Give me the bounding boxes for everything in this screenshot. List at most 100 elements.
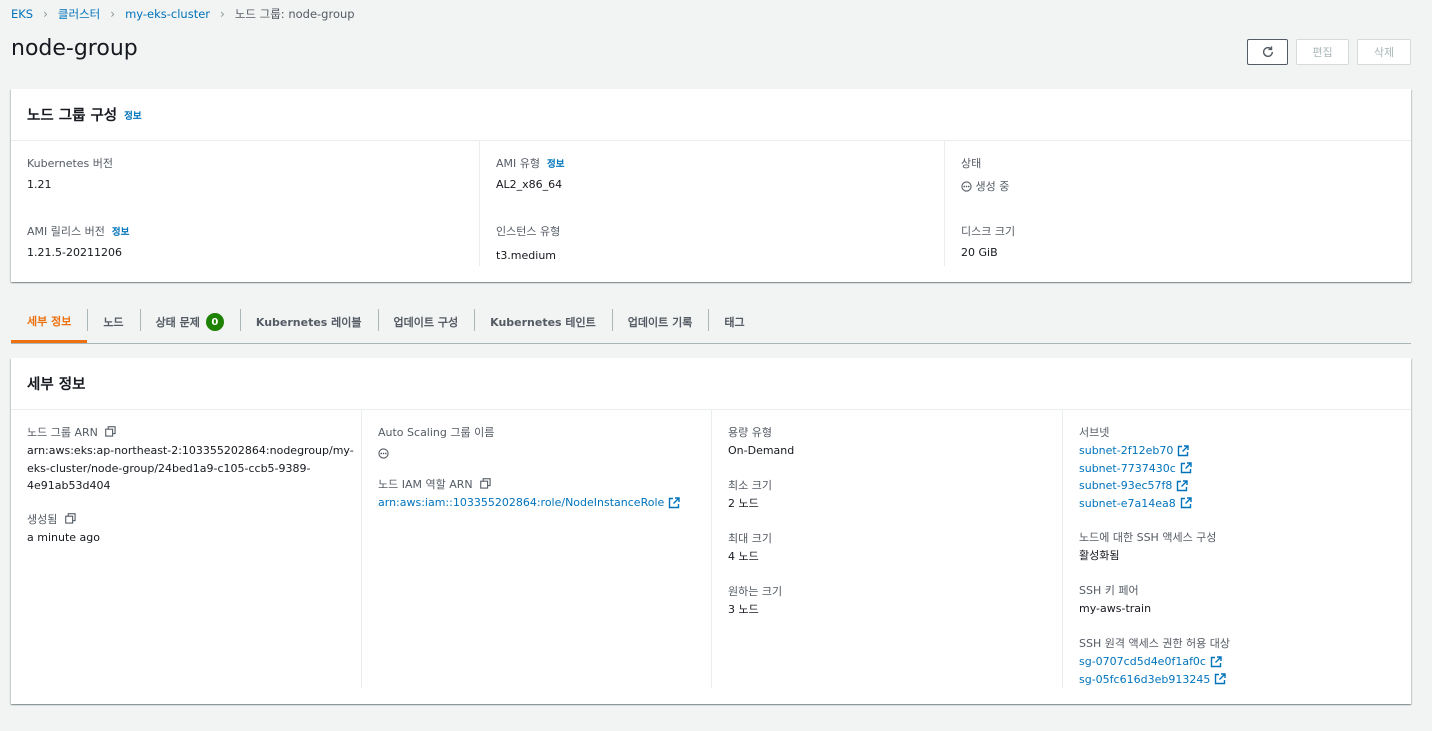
iam-label-row: 노드 IAM 역할 ARN <box>378 476 680 492</box>
k8s-version-field: Kubernetes 버전 1.21 <box>27 155 113 191</box>
status-field: 상태 생성 중 <box>961 155 1009 194</box>
subnet-id: subnet-7737430c <box>1079 461 1176 475</box>
tab-label: Kubernetes 레이블 <box>255 316 362 329</box>
capacity-value: On-Demand <box>728 444 795 457</box>
copy-icon[interactable] <box>65 513 76 524</box>
instance-type-label: 인스턴스 유형 <box>496 225 561 238</box>
desired-size-field: 원하는 크기 3 노드 <box>728 583 782 619</box>
asg-name-field: Auto Scaling 그룹 이름 <box>378 424 494 460</box>
chevron-right-icon: › <box>110 7 116 21</box>
tab-label: 세부 정보 <box>27 314 72 328</box>
tab-label: 업데이트 기록 <box>627 316 693 329</box>
subnet-list: subnet-2f12eb70 subnet-7737430c subnet-9… <box>1079 442 1192 512</box>
subnet-link[interactable]: subnet-2f12eb70 <box>1079 442 1192 460</box>
min-size-field: 최소 크기 2 노드 <box>728 477 772 513</box>
header-actions: 편집 삭제 <box>1247 39 1411 65</box>
arn-line: arn:aws:eks:ap-northeast-2:103355202864:… <box>27 444 354 457</box>
arn-value: arn:aws:eks:ap-northeast-2:103355202864:… <box>27 442 354 495</box>
details-panel: 세부 정보 노드 그룹 ARN arn:aws:eks:ap-northeast… <box>11 358 1411 704</box>
external-link-icon <box>1210 656 1222 667</box>
instance-type-field: 인스턴스 유형 t3.medium <box>496 223 560 262</box>
details-column-4: 서브넷 subnet-2f12eb70 subnet-7737430c subn… <box>1062 410 1412 688</box>
arn-label-row: 노드 그룹 ARN <box>27 424 354 440</box>
ami-release-label-row: AMI 릴리스 버전 정보 <box>27 223 129 239</box>
info-link[interactable]: 정보 <box>112 227 129 238</box>
tab-details[interactable]: 세부 정보 <box>11 301 88 343</box>
arn-line: eks-cluster/node-group/24bed1a9-c105-ccb… <box>27 461 311 475</box>
tab-update-config[interactable]: 업데이트 구성 <box>377 301 475 343</box>
iam-role-value: arn:aws:iam::103355202864:role/NodeInsta… <box>378 496 665 509</box>
tab-health-issues[interactable]: 상태 문제 0 <box>139 301 240 343</box>
chevron-right-icon: › <box>220 7 225 21</box>
tab-tags[interactable]: 태그 <box>708 301 760 343</box>
ssh-key-label: SSH 키 페어 <box>1079 584 1139 597</box>
security-group-link[interactable]: sg-05fc616d3eb913245 <box>1079 671 1230 689</box>
ssh-allow-field: SSH 원격 액세스 권한 허용 대상 sg-0707cd5d4e0f1af0c… <box>1079 635 1230 688</box>
node-group-config-panel: 노드 그룹 구성 정보 Kubernetes 버전 1.21 AMI 릴리스 버… <box>11 89 1411 282</box>
info-link[interactable]: 정보 <box>547 159 564 170</box>
refresh-button[interactable] <box>1247 39 1288 65</box>
breadcrumb-cluster[interactable]: my-eks-cluster <box>125 7 210 21</box>
arn-label: 노드 그룹 ARN <box>27 426 98 439</box>
ami-release-label: AMI 릴리스 버전 <box>27 225 105 238</box>
ami-release-field: AMI 릴리스 버전 정보 1.21.5-20211206 <box>27 223 129 259</box>
delete-button[interactable]: 삭제 <box>1357 39 1411 65</box>
ami-type-value: AL2_x86_64 <box>496 178 563 191</box>
tab-label: Kubernetes 테인트 <box>490 316 596 329</box>
tab-kubernetes-labels[interactable]: Kubernetes 레이블 <box>239 301 378 343</box>
breadcrumb-eks[interactable]: EKS <box>11 7 33 21</box>
subnet-id: subnet-93ec57f8 <box>1079 479 1173 492</box>
iam-role-link[interactable]: arn:aws:iam::103355202864:role/NodeInsta… <box>378 494 680 512</box>
tab-label: 업데이트 구성 <box>393 316 459 329</box>
security-group-id: sg-05fc616d3eb913245 <box>1079 672 1211 686</box>
subnet-link[interactable]: subnet-93ec57f8 <box>1079 477 1192 495</box>
iam-role-field: 노드 IAM 역할 ARN arn:aws:iam::103355202864:… <box>378 476 680 512</box>
edit-button[interactable]: 편집 <box>1296 39 1349 65</box>
external-link-icon <box>1180 462 1192 474</box>
status-label: 상태 <box>961 157 982 170</box>
subnet-link[interactable]: subnet-e7a14ea8 <box>1079 495 1192 513</box>
disk-size-value: 20 GiB <box>961 246 998 259</box>
max-size-field: 최대 크기 4 노드 <box>728 530 772 566</box>
instance-type-value: t3.medium <box>496 249 557 262</box>
security-group-link[interactable]: sg-0707cd5d4e0f1af0c <box>1079 653 1230 671</box>
ami-type-field: AMI 유형 정보 AL2_x86_64 <box>496 155 564 191</box>
tab-kubernetes-taints[interactable]: Kubernetes 테인트 <box>474 301 612 343</box>
copy-icon[interactable] <box>105 426 117 437</box>
external-link-icon <box>669 497 680 508</box>
max-label: 최대 크기 <box>728 532 772 545</box>
panel-header: 노드 그룹 구성 정보 <box>11 89 1411 141</box>
created-label-row: 생성됨 <box>27 511 100 527</box>
external-link-icon <box>1178 445 1190 456</box>
breadcrumb-clusters[interactable]: 클러스터 <box>58 6 100 22</box>
tab-label: 상태 문제 <box>155 316 200 329</box>
k8s-version-value: 1.21 <box>27 178 52 191</box>
tab-nodes[interactable]: 노드 <box>87 301 139 343</box>
tab-label: 태그 <box>724 316 745 329</box>
breadcrumb-current: 노드 그룹: node-group <box>234 7 355 21</box>
ami-type-label-row: AMI 유형 정보 <box>496 155 564 171</box>
count-badge: 0 <box>205 313 224 331</box>
desired-value: 3 노드 <box>728 603 759 616</box>
ssh-key-field: SSH 키 페어 my-aws-train <box>1079 582 1151 618</box>
ssh-config-label: 노드에 대한 SSH 액세스 구성 <box>1079 531 1217 544</box>
node-group-arn-field: 노드 그룹 ARN arn:aws:eks:ap-northeast-2:103… <box>27 424 354 495</box>
security-group-id: sg-0707cd5d4e0f1af0c <box>1079 655 1206 668</box>
external-link-icon <box>1215 673 1227 685</box>
details-column-3: 용량 유형 On-Demand 최소 크기 2 노드 최대 크기 4 노드 원하… <box>711 410 1063 688</box>
copy-icon[interactable] <box>480 478 491 489</box>
tab-update-history[interactable]: 업데이트 기록 <box>611 301 709 343</box>
ssh-config-value: 활성화됨 <box>1079 549 1120 562</box>
info-link[interactable]: 정보 <box>124 108 141 122</box>
status-row: 생성 중 <box>961 178 1009 194</box>
status-value: 생성 중 <box>975 180 1010 193</box>
ami-release-value: 1.21.5-20211206 <box>27 246 122 259</box>
arn-line: 4e91ab53d404 <box>27 479 111 492</box>
subnet-link[interactable]: subnet-7737430c <box>1079 460 1192 478</box>
capacity-type-field: 용량 유형 On-Demand <box>728 424 794 460</box>
chevron-right-icon: › <box>43 7 48 21</box>
max-value: 4 노드 <box>728 550 759 563</box>
external-link-icon <box>1180 497 1192 509</box>
created-label: 생성됨 <box>27 513 58 526</box>
details-column-1: 노드 그룹 ARN arn:aws:eks:ap-northeast-2:103… <box>11 410 361 688</box>
